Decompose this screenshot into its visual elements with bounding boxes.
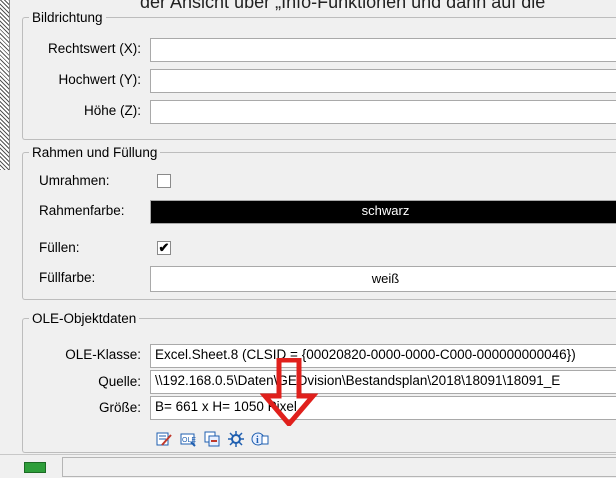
fuellfarbe-color-field[interactable]: weiß [150, 266, 616, 292]
rechtswert-field[interactable] [150, 38, 616, 62]
fuellen-checkbox[interactable]: ✔ [157, 241, 171, 255]
fuellfarbe-label: Füllfarbe: [39, 270, 96, 285]
hoehe-field[interactable] [150, 100, 616, 124]
groesse-label: Größe: [98, 400, 141, 415]
groesse-field[interactable]: B= 661 x H= 1050 Pixel [150, 396, 616, 420]
ole-settings-icon[interactable] [227, 430, 245, 448]
hochwert-field[interactable] [150, 69, 616, 93]
fuellen-label: Füllen: [39, 240, 80, 255]
ole-klasse-field[interactable]: Excel.Sheet.8 (CLSID = {00020820-0000-00… [150, 344, 616, 368]
rahmenfarbe-color-field[interactable]: schwarz [150, 200, 616, 224]
ole-klasse-label: OLE-Klasse: [65, 347, 141, 362]
umrahmen-label: Umrahmen: [39, 173, 110, 188]
quelle-field[interactable]: \\192.168.0.5\Daten\GEOvision\Bestandspl… [150, 370, 616, 394]
umrahmen-checkbox[interactable] [157, 174, 171, 188]
ole-properties-icon[interactable]: OLE [179, 430, 197, 448]
annotation-arrow [260, 358, 318, 426]
quelle-label: Quelle: [98, 374, 141, 389]
group-bildrichtung-legend: Bildrichtung [32, 10, 103, 25]
svg-text:i: i [256, 435, 259, 446]
hochwert-label: Hochwert (Y): [58, 72, 141, 87]
ole-update-icon[interactable] [203, 430, 221, 448]
status-pane [62, 457, 616, 477]
svg-text:OLE: OLE [182, 437, 196, 444]
rahmenfarbe-label: Rahmenfarbe: [39, 203, 125, 218]
ole-info-icon[interactable]: i [251, 430, 269, 448]
rechtswert-label: Rechtswert (X): [47, 41, 141, 56]
group-rahmen-legend: Rahmen und Füllung [32, 145, 158, 160]
status-indicator [24, 462, 46, 473]
group-ole-legend: OLE-Objektdaten [32, 311, 137, 326]
ole-edit-icon[interactable] [155, 430, 173, 448]
hoehe-label: Höhe (Z): [83, 103, 141, 118]
page-hatch-decoration [0, 0, 9, 170]
page-edge [9, 0, 10, 170]
